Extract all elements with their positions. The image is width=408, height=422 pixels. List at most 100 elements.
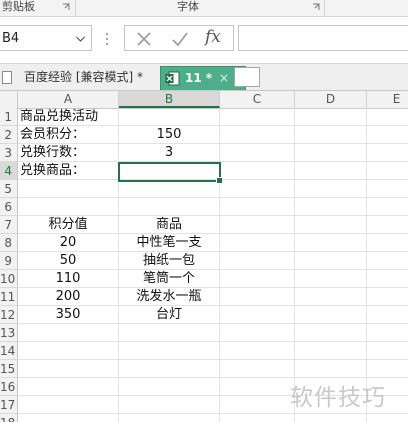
cell-b3[interactable]: 3 — [119, 144, 220, 162]
select-all-corner[interactable] — [0, 91, 18, 108]
cell-a12[interactable]: 350 — [18, 306, 119, 324]
formula-input[interactable] — [238, 25, 408, 51]
column-header-b[interactable]: B — [119, 91, 220, 108]
cell-b14[interactable] — [119, 342, 220, 360]
cell-e15[interactable] — [367, 360, 408, 378]
cell-a2[interactable]: 会员积分： — [18, 126, 119, 144]
cell-b1[interactable] — [119, 108, 220, 126]
cell-c17[interactable] — [220, 396, 295, 414]
cell-d10[interactable] — [295, 270, 367, 288]
cell-c3[interactable] — [220, 144, 295, 162]
cell-d13[interactable] — [295, 324, 367, 342]
cell-d9[interactable] — [295, 252, 367, 270]
cell-e5[interactable] — [367, 180, 408, 198]
cell-a4[interactable]: 兑换商品： — [18, 162, 119, 180]
cell-d7[interactable] — [295, 216, 367, 234]
cell-c11[interactable] — [220, 288, 295, 306]
cell-b18[interactable] — [119, 414, 220, 422]
cell-c12[interactable] — [220, 306, 295, 324]
cell-d15[interactable] — [295, 360, 367, 378]
worksheet-grid[interactable]: A B C D E 1 商品兑换活动 2 会员积分： 150 3 兑换行数： 3 4 兑换商品： 5… — [0, 91, 408, 422]
cell-d6[interactable] — [295, 198, 367, 216]
name-box[interactable]: B4 — [0, 25, 92, 51]
row-header[interactable]: 16 — [0, 378, 18, 396]
row-header[interactable]: 1 — [0, 108, 18, 126]
row-header[interactable]: 5 — [0, 180, 18, 198]
checkmark-icon[interactable] — [171, 30, 189, 48]
cell-b11[interactable]: 洗发水一瓶 — [119, 288, 220, 306]
row-header[interactable]: 17 — [0, 396, 18, 414]
row-header[interactable]: 3 — [0, 144, 18, 162]
cell-b6[interactable] — [119, 198, 220, 216]
cell-a14[interactable] — [18, 342, 119, 360]
cell-a3[interactable]: 兑换行数： — [18, 144, 119, 162]
cell-a15[interactable] — [18, 360, 119, 378]
cell-d11[interactable] — [295, 288, 367, 306]
insert-function-button[interactable]: fx — [205, 27, 229, 47]
cell-e1[interactable] — [367, 108, 408, 126]
font-dialog-launcher-icon[interactable] — [312, 3, 320, 11]
row-header[interactable]: 12 — [0, 306, 18, 324]
cell-e3[interactable] — [367, 144, 408, 162]
cell-b9[interactable]: 抽纸一包 — [119, 252, 220, 270]
cell-c13[interactable] — [220, 324, 295, 342]
cell-c1[interactable] — [220, 108, 295, 126]
cell-b10[interactable]: 笔筒一个 — [119, 270, 220, 288]
cell-e14[interactable] — [367, 342, 408, 360]
cell-b12[interactable]: 台灯 — [119, 306, 220, 324]
row-header[interactable]: 14 — [0, 342, 18, 360]
cell-d5[interactable] — [295, 180, 367, 198]
cell-d18[interactable] — [295, 414, 367, 422]
cell-b7[interactable]: 商品 — [119, 216, 220, 234]
cell-d12[interactable] — [295, 306, 367, 324]
cell-a1[interactable]: 商品兑换活动 — [18, 108, 119, 126]
cell-c8[interactable] — [220, 234, 295, 252]
cell-d8[interactable] — [295, 234, 367, 252]
row-header[interactable]: 8 — [0, 234, 18, 252]
row-header[interactable]: 18 — [0, 414, 18, 422]
cell-d2[interactable] — [295, 126, 367, 144]
cell-a18[interactable] — [18, 414, 119, 422]
cell-e13[interactable] — [367, 324, 408, 342]
cell-b2[interactable]: 150 — [119, 126, 220, 144]
cell-c16[interactable] — [220, 378, 295, 396]
cell-a16[interactable] — [18, 378, 119, 396]
cell-a8[interactable]: 20 — [18, 234, 119, 252]
cell-b13[interactable] — [119, 324, 220, 342]
cell-e9[interactable] — [367, 252, 408, 270]
cell-c5[interactable] — [220, 180, 295, 198]
row-header[interactable]: 15 — [0, 360, 18, 378]
cell-c4[interactable] — [220, 162, 295, 180]
cell-d3[interactable] — [295, 144, 367, 162]
close-icon[interactable] — [135, 30, 153, 48]
cell-c6[interactable] — [220, 198, 295, 216]
cell-b5[interactable] — [119, 180, 220, 198]
cell-e10[interactable] — [367, 270, 408, 288]
cell-c9[interactable] — [220, 252, 295, 270]
cell-c10[interactable] — [220, 270, 295, 288]
cell-e6[interactable] — [367, 198, 408, 216]
clipboard-dialog-launcher-icon[interactable] — [62, 3, 70, 11]
tab-document[interactable]: 百度经验 [兼容模式] * — [0, 66, 160, 90]
cell-b17[interactable] — [119, 396, 220, 414]
row-header[interactable]: 6 — [0, 198, 18, 216]
cell-c7[interactable] — [220, 216, 295, 234]
close-tab-icon[interactable]: × — [219, 67, 233, 89]
row-header[interactable]: 13 — [0, 324, 18, 342]
cell-a9[interactable]: 50 — [18, 252, 119, 270]
cell-b4[interactable] — [119, 162, 220, 180]
row-header[interactable]: 7 — [0, 216, 18, 234]
row-header[interactable]: 9 — [0, 252, 18, 270]
chevron-down-icon[interactable] — [76, 35, 85, 43]
cell-a5[interactable] — [18, 180, 119, 198]
more-dots-icon[interactable] — [105, 31, 109, 47]
row-header[interactable]: 11 — [0, 288, 18, 306]
cell-e4[interactable] — [367, 162, 408, 180]
cell-c18[interactable] — [220, 414, 295, 422]
cell-c15[interactable] — [220, 360, 295, 378]
cell-a10[interactable]: 110 — [18, 270, 119, 288]
row-header[interactable]: 2 — [0, 126, 18, 144]
cell-e7[interactable] — [367, 216, 408, 234]
cell-c2[interactable] — [220, 126, 295, 144]
cell-a6[interactable] — [18, 198, 119, 216]
